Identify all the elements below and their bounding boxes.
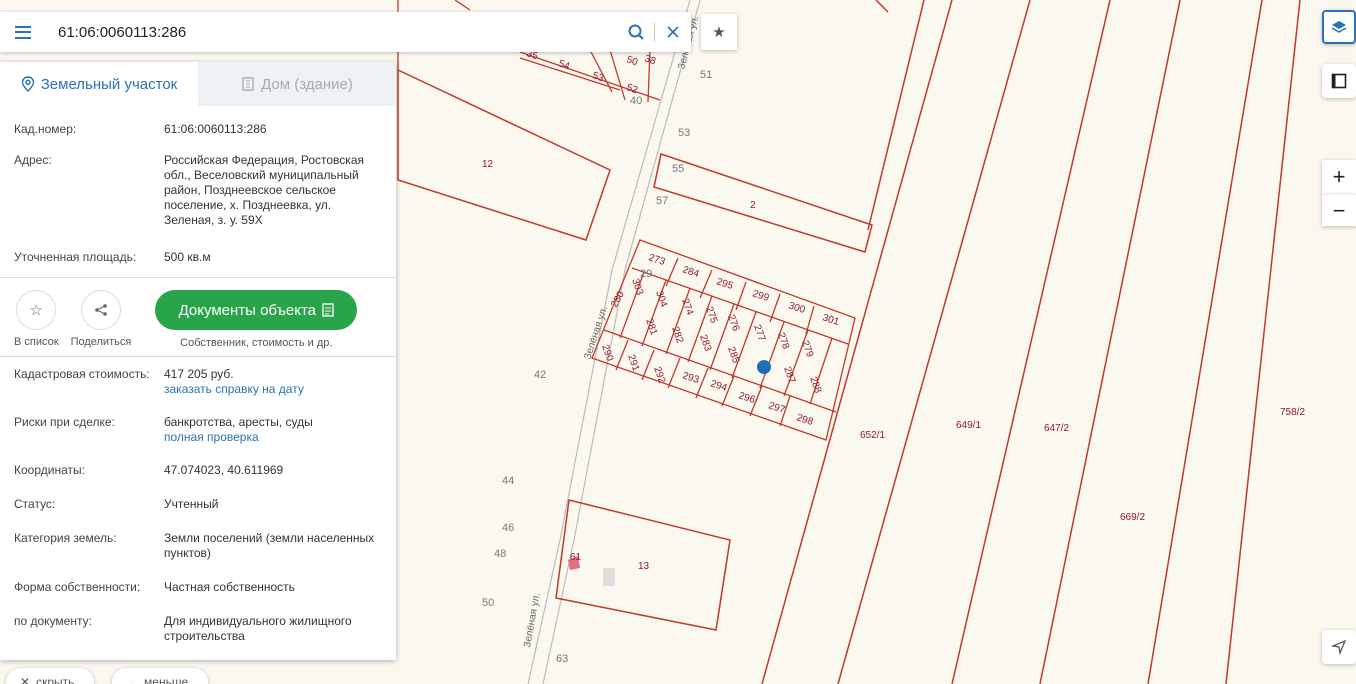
divider [0,356,396,357]
row-area: Уточненная площадь: 500 кв.м [0,250,396,265]
full-check-link[interactable]: полная проверка [164,430,382,445]
cat-value: Земли поселений (земли населенных пункто… [164,531,375,560]
search-bar [0,12,691,52]
document-icon [322,303,334,317]
layers-icon[interactable] [1322,10,1356,44]
share-icon[interactable] [80,290,121,330]
row-address: Адрес: Российская Федерация, Ростовская … [0,153,396,228]
map-frame-icon[interactable] [1322,64,1356,98]
house-number-label: 44 [502,475,514,487]
plot-label: 758/2 [1280,407,1305,418]
documents-caption: Собственник, стоимость и др. [180,337,333,349]
row-status: Статус: Учтенный [0,497,396,512]
doc-label: по документу: [14,614,92,628]
area-value: 500 кв.м [164,250,211,264]
selected-plot-marker[interactable] [757,360,771,374]
close-icon: ✕ [20,675,31,684]
cat-label: Категория земель: [14,531,117,545]
house-number-label: 57 [656,195,668,207]
house-number-label: 63 [556,653,568,665]
area-label: Уточненная площадь: [14,250,137,264]
building-shape [603,568,615,586]
documents-button-label: Документы объекта [178,301,317,319]
plot-label: 61 [570,552,582,563]
risk-label: Риски при сделке: [14,415,115,429]
coord-label: Координаты: [14,463,85,477]
share-caption: Поделиться [70,336,132,348]
plot-label: 13 [638,561,650,572]
cost-label: Кадастровая стоимость: [14,367,150,381]
status-label: Статус: [14,497,56,511]
plot-label: 649/1 [956,420,981,431]
house-number-label: 40 [630,95,642,107]
plot-label: 12 [482,159,494,170]
own-label: Форма собственности: [14,580,141,594]
tab-building[interactable]: Дом (здание) [198,62,396,106]
row-land-category: Категория земель: Земли поселений (земли… [0,531,396,561]
house-number-label: 55 [672,163,684,175]
plot-label: 652/1 [860,430,885,441]
zoom-in-icon[interactable]: + [1322,160,1356,194]
menu-icon[interactable] [0,12,46,52]
own-value: Частная собственность [164,580,295,594]
cost-value: 417 205 руб. [164,367,234,381]
list-caption: В список [14,336,59,348]
hide-label: скрыть [36,675,75,684]
row-by-document: по документу: Для индивидуального жилищн… [0,614,396,644]
action-bar: ☆ В список Поделиться Документы объекта … [0,278,396,356]
close-icon[interactable] [655,12,691,52]
house-number-label: 46 [502,522,514,534]
addr-label: Адрес: [14,153,52,167]
row-cadastral-number: Кад.номер: 61:06:0060113:286 [0,122,396,137]
row-cost: Кадастровая стоимость: 417 205 руб. зака… [0,367,396,397]
risk-value: банкротства, аресты, суды [164,415,313,429]
house-number-label: 29 [640,268,652,280]
navigate-icon[interactable] [1322,630,1356,664]
coord-value: 47.074023, 40.611969 [164,463,284,477]
star-outline-icon[interactable]: ☆ [16,290,57,330]
location-pin-icon [21,76,34,92]
share: Поделиться [70,290,132,356]
house-number-label: 51 [700,69,712,81]
order-certificate-link[interactable]: заказать справку на дату [164,382,382,397]
doc-value: Для индивидуального жилищного строительс… [164,614,352,643]
row-risks: Риски при сделке: банкротства, аресты, с… [0,415,396,445]
tab-land-plot[interactable]: Земельный участок [0,62,198,106]
chevron-up-icon: ︿ [126,675,139,684]
house-number-label: 42 [534,369,546,381]
hide-button[interactable]: ✕ скрыть [6,668,94,684]
plot-label: 669/2 [1120,512,1145,523]
cad-value[interactable]: 61:06:0060113:286 [164,122,382,137]
row-coordinates: Координаты: 47.074023, 40.611969 [0,463,396,478]
less-button[interactable]: ︿ меньше [112,668,208,684]
house-number-label: 50 [482,597,494,609]
building-icon [242,77,254,91]
panel-tabs: Земельный участок Дом (здание) [0,62,396,106]
less-label: меньше [144,675,189,684]
status-value: Учтенный [164,497,219,511]
cad-label: Кад.номер: [14,122,77,136]
house-number-label: 53 [678,127,690,139]
zoom-out-icon[interactable]: − [1322,194,1356,226]
add-to-list: ☆ В список [14,290,59,356]
documents-block: Документы объекта Собственник, стоимость… [155,290,358,356]
info-panel: Земельный участок Дом (здание) Кад.номер… [0,62,396,660]
row-ownership: Форма собственности: Частная собственнос… [0,580,396,595]
tab-building-label: Дом (здание) [261,75,353,93]
plot-label: 647/2 [1044,423,1069,434]
search-input[interactable] [46,23,618,41]
search-icon[interactable] [618,12,654,52]
house-number-label: 48 [494,548,506,560]
plot-label: 2 [750,200,756,211]
tab-land-plot-label: Земельный участок [40,75,178,93]
addr-value: Российская Федерация, Ростовская обл., В… [164,153,364,227]
favorite-star-icon[interactable]: ★ [701,14,737,50]
documents-button[interactable]: Документы объекта [155,290,358,330]
